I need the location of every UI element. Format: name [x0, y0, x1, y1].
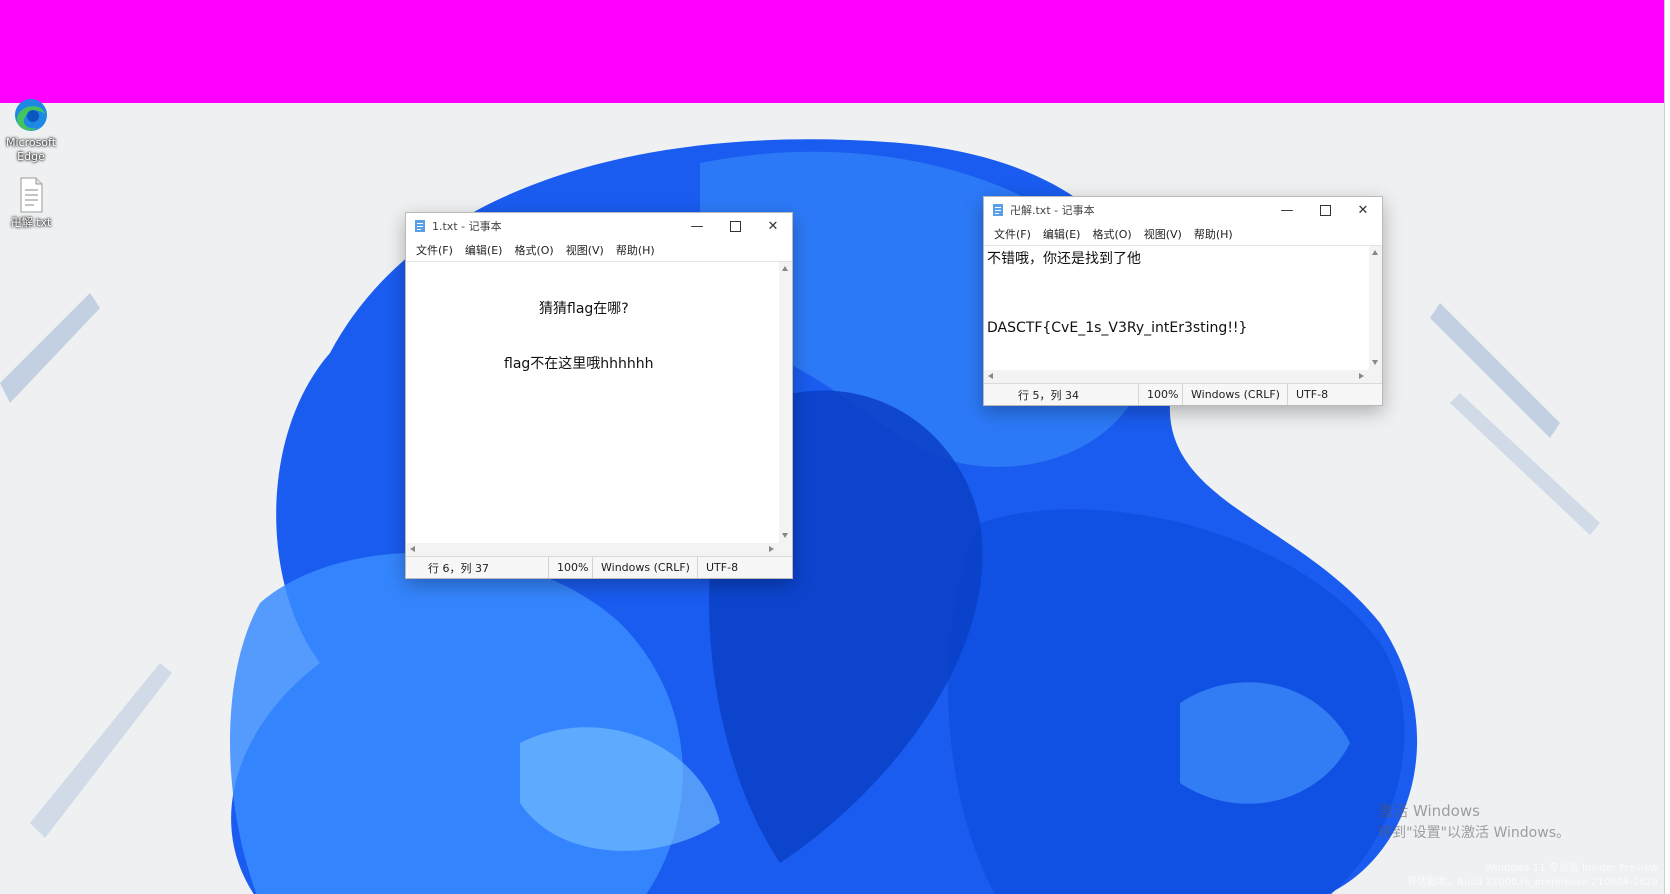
watermark-line1: 激活 Windows: [1378, 802, 1480, 820]
magenta-bar: [0, 0, 1664, 103]
title-bar[interactable]: 1.txt - 记事本 — ✕: [406, 213, 792, 239]
window-title: 卍解.txt - 记事本: [1010, 204, 1095, 217]
scroll-up-icon: [1372, 250, 1378, 255]
vertical-scrollbar[interactable]: [1369, 246, 1382, 369]
text-line: 猜猜flag在哪?: [539, 301, 629, 317]
desktop-wallpaper: [0, 103, 1664, 894]
status-bar: 行 5，列 34 100% Windows (CRLF) UTF-8: [984, 383, 1382, 405]
scroll-corner: [778, 542, 792, 556]
edge-icon: [12, 96, 50, 134]
text-file-icon: [12, 176, 50, 214]
text-area[interactable]: 不错哦，你还是找到了他 DASCTF{CvE_1s_V3Ry_intEr3sti…: [984, 246, 1368, 369]
desktop-icon-textfile[interactable]: 卍解.txt: [0, 176, 62, 230]
maximize-icon: [1319, 204, 1331, 216]
horizontal-scrollbar[interactable]: [406, 543, 778, 556]
menu-edit[interactable]: 编辑(E): [1037, 226, 1087, 242]
scroll-right-icon: [1359, 373, 1364, 379]
minimize-icon: —: [1280, 202, 1294, 218]
menu-file[interactable]: 文件(F): [410, 242, 459, 258]
status-position: 行 5，列 34: [1018, 388, 1079, 402]
status-line-ending: Windows (CRLF): [592, 557, 697, 578]
watermark-line2: 转到"设置"以激活 Windows。: [1378, 825, 1570, 841]
text-editor[interactable]: 猜猜flag在哪? flag不在这里哦hhhhhh: [406, 261, 792, 556]
menu-format[interactable]: 格式(O): [508, 242, 559, 258]
title-bar[interactable]: 卍解.txt - 记事本 — ✕: [984, 197, 1382, 223]
status-zoom: 100%: [1138, 384, 1182, 405]
menu-bar: 文件(F) 编辑(E) 格式(O) 视图(V) 帮助(H): [984, 223, 1382, 245]
maximize-icon: [729, 220, 741, 232]
maximize-button[interactable]: [716, 213, 754, 239]
notepad-icon: [415, 220, 425, 232]
activation-watermark: 激活 Windows 转到"设置"以激活 Windows。: [1378, 800, 1570, 844]
scroll-left-icon: [988, 373, 993, 379]
menu-format[interactable]: 格式(O): [1086, 226, 1137, 242]
menu-help[interactable]: 帮助(H): [610, 242, 661, 258]
minimize-button[interactable]: —: [1268, 197, 1306, 223]
scroll-down-icon: [1372, 360, 1378, 365]
horizontal-scrollbar[interactable]: [984, 370, 1368, 383]
desktop-icon-label: 卍解.txt: [10, 216, 52, 229]
minimize-button[interactable]: —: [678, 213, 716, 239]
menu-bar: 文件(F) 编辑(E) 格式(O) 视图(V) 帮助(H): [406, 239, 792, 261]
build-line2: 评估副本。Build 22000.rs_prerelease.210604-16…: [1407, 877, 1658, 888]
minimize-icon: —: [690, 218, 704, 234]
notepad-window-2[interactable]: 卍解.txt - 记事本 — ✕ 文件(F) 编辑(E) 格式(O) 视图(V)…: [983, 196, 1383, 406]
status-bar: 行 6，列 37 100% Windows (CRLF) UTF-8: [406, 556, 792, 578]
notepad-window-1[interactable]: 1.txt - 记事本 — ✕ 文件(F) 编辑(E) 格式(O) 视图(V) …: [405, 212, 793, 579]
window-title: 1.txt - 记事本: [432, 220, 502, 233]
scroll-right-icon: [769, 546, 774, 552]
close-icon: ✕: [767, 218, 779, 234]
text-line: 不错哦，你还是找到了他: [987, 251, 1141, 267]
menu-file[interactable]: 文件(F): [988, 226, 1037, 242]
desktop-icon-edge[interactable]: Microsoft Edge: [0, 96, 62, 164]
close-button[interactable]: ✕: [754, 213, 792, 239]
close-button[interactable]: ✕: [1344, 197, 1382, 223]
status-zoom: 100%: [548, 557, 592, 578]
text-area[interactable]: 猜猜flag在哪? flag不在这里哦hhhhhh: [406, 262, 778, 542]
right-edge-strip: [1664, 0, 1670, 894]
build-line1: Windows 11 专业版 Insider Preview: [1485, 863, 1658, 874]
build-info: Windows 11 专业版 Insider Preview 评估副本。Buil…: [1407, 862, 1658, 890]
status-encoding: UTF-8: [1287, 384, 1336, 405]
menu-help[interactable]: 帮助(H): [1188, 226, 1239, 242]
status-position: 行 6，列 37: [428, 561, 489, 575]
text-editor[interactable]: 不错哦，你还是找到了他 DASCTF{CvE_1s_V3Ry_intEr3sti…: [984, 245, 1382, 383]
desktop-icon-label: Microsoft Edge: [5, 136, 57, 163]
vertical-scrollbar[interactable]: [779, 262, 792, 542]
status-encoding: UTF-8: [697, 557, 746, 578]
menu-edit[interactable]: 编辑(E): [459, 242, 509, 258]
notepad-icon: [993, 204, 1003, 216]
status-line-ending: Windows (CRLF): [1182, 384, 1287, 405]
menu-view[interactable]: 视图(V): [1138, 226, 1188, 242]
menu-view[interactable]: 视图(V): [560, 242, 610, 258]
text-line: DASCTF{CvE_1s_V3Ry_intEr3sting!!}: [987, 320, 1248, 336]
scroll-down-icon: [782, 533, 788, 538]
close-icon: ✕: [1357, 202, 1369, 218]
text-line: flag不在这里哦hhhhhh: [504, 356, 654, 372]
scroll-up-icon: [782, 266, 788, 271]
scroll-left-icon: [410, 546, 415, 552]
scroll-corner: [1368, 369, 1382, 383]
maximize-button[interactable]: [1306, 197, 1344, 223]
